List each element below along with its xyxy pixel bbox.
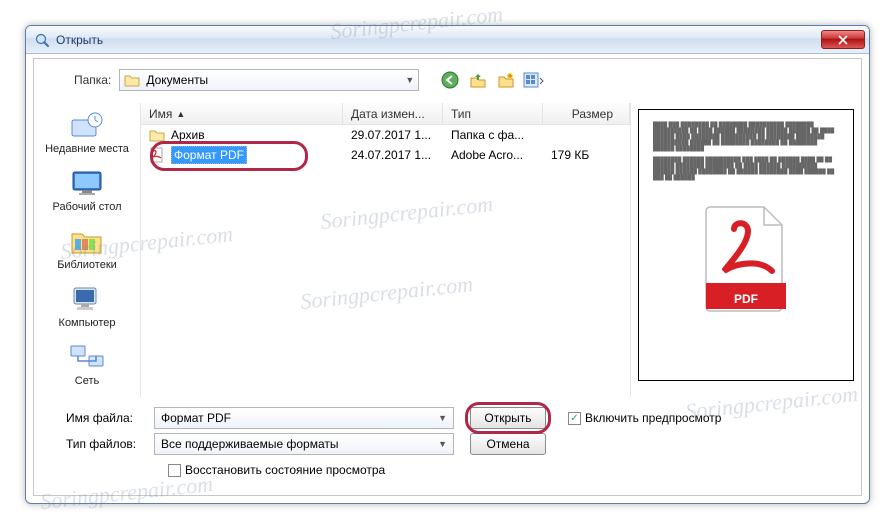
preview-page: ████ ███ ████████ ██ ████████ ██████████… [638, 109, 854, 381]
desktop-icon [68, 167, 106, 199]
preview-checkbox[interactable]: ✓ Включить предпросмотр [568, 411, 721, 425]
chevron-down-icon: ▼ [405, 75, 414, 85]
place-libraries[interactable]: Библиотеки [42, 221, 132, 275]
network-icon [68, 341, 106, 373]
app-icon [34, 32, 50, 48]
place-recent[interactable]: Недавние места [42, 105, 132, 159]
close-button[interactable] [821, 30, 865, 49]
file-list: Имя▲ Дата измен... Тип Размер Архив 29.0… [140, 103, 631, 397]
chevron-down-icon: ▼ [438, 439, 447, 449]
place-desktop[interactable]: Рабочий стол [42, 163, 132, 217]
bottom-panel: Имя файла: Формат PDF ▼ Открыть ✓ Включи… [34, 397, 861, 495]
places-bar: Недавние места Рабочий стол Библиотеки К… [34, 103, 140, 397]
libraries-icon [68, 225, 106, 257]
computer-icon [68, 283, 106, 315]
folder-value: Документы [146, 73, 208, 87]
place-computer[interactable]: Компьютер [42, 279, 132, 333]
open-dialog: Открыть Папка: Документы ▼ [25, 25, 870, 504]
filename-combobox[interactable]: Формат PDF ▼ [154, 407, 454, 429]
folder-label: Папка: [74, 73, 111, 87]
col-name[interactable]: Имя▲ [141, 103, 343, 124]
filetype-combobox[interactable]: Все поддерживаемые форматы ▼ [154, 433, 454, 455]
column-headers: Имя▲ Дата измен... Тип Размер [141, 103, 630, 125]
place-label: Библиотеки [57, 259, 117, 271]
col-type[interactable]: Тип [443, 103, 543, 124]
dialog-body: Папка: Документы ▼ Недавние места [33, 58, 862, 496]
sort-asc-icon: ▲ [176, 109, 185, 119]
open-button[interactable]: Открыть [470, 407, 546, 429]
place-label: Компьютер [59, 317, 116, 329]
views-button[interactable] [523, 69, 545, 91]
filename-label: Имя файла: [66, 411, 146, 425]
window-title: Открыть [56, 33, 821, 47]
place-label: Недавние места [45, 143, 129, 155]
checkbox-icon [168, 464, 181, 477]
folder-combobox[interactable]: Документы ▼ [119, 69, 419, 91]
col-date[interactable]: Дата измен... [343, 103, 443, 124]
pdf-icon [149, 147, 165, 163]
nav-icons [439, 69, 545, 91]
folder-icon [124, 73, 140, 87]
col-size[interactable]: Размер [543, 103, 630, 124]
pdf-large-icon: PDF [698, 203, 794, 315]
main-area: Недавние места Рабочий стол Библиотеки К… [34, 103, 861, 397]
checkbox-icon: ✓ [568, 412, 581, 425]
filetype-label: Тип файлов: [66, 437, 146, 451]
back-button[interactable] [439, 69, 461, 91]
svg-text:PDF: PDF [734, 292, 758, 306]
place-network[interactable]: Сеть [42, 337, 132, 391]
place-label: Сеть [75, 375, 99, 387]
titlebar: Открыть [26, 26, 869, 54]
cancel-button[interactable]: Отмена [470, 433, 546, 455]
table-row[interactable]: Архив 29.07.2017 1... Папка с фа... [141, 125, 630, 145]
restore-checkbox[interactable]: Восстановить состояние просмотра [168, 463, 385, 477]
place-label: Рабочий стол [52, 201, 121, 213]
preview-pane: ████ ███ ████████ ██ ████████ ██████████… [631, 103, 861, 397]
up-button[interactable] [467, 69, 489, 91]
folder-icon [149, 128, 165, 142]
folder-bar: Папка: Документы ▼ [34, 59, 861, 97]
chevron-down-icon: ▼ [438, 413, 447, 423]
new-folder-button[interactable] [495, 69, 517, 91]
recent-icon [68, 109, 106, 141]
table-row[interactable]: Формат PDF 24.07.2017 1... Adobe Acro...… [141, 145, 630, 165]
